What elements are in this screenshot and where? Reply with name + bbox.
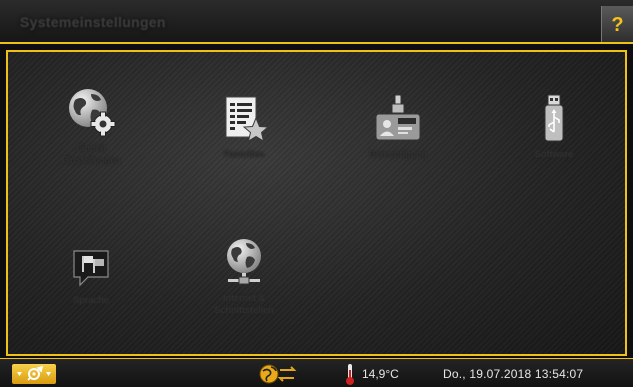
tile-internet-interfaces-label: Internet & Schnittstellen bbox=[214, 293, 274, 315]
tile-authorization[interactable]: Berechtigung bbox=[338, 94, 458, 160]
tile-internet-interfaces[interactable]: Internet & Schnittstellen bbox=[184, 236, 304, 316]
tile-favorites-label: Favoriten bbox=[223, 149, 265, 159]
document-star-icon bbox=[225, 96, 270, 143]
temperature-value: 14,9°C bbox=[362, 367, 399, 381]
tools-menu-icon bbox=[17, 365, 51, 381]
settings-panel: Einheit Einstellungen Favoriten Berechti… bbox=[6, 50, 627, 356]
network-transfer-icon bbox=[259, 364, 297, 384]
tile-software-label: Software bbox=[534, 149, 573, 159]
status-bar: 14,9°C Do., 19.07.2018 13:54:07 bbox=[0, 358, 633, 387]
tile-language-label: Sprache bbox=[73, 295, 109, 305]
tile-software[interactable]: Software bbox=[494, 94, 614, 160]
title-bar: Systemeinstellungen ? bbox=[0, 0, 633, 44]
tile-unit-settings-label: Einheit Einstellungen bbox=[61, 143, 121, 165]
page-title: Systemeinstellungen bbox=[20, 14, 166, 30]
thermometer-icon bbox=[346, 364, 354, 385]
globe-gear-icon bbox=[69, 89, 116, 137]
id-badge-icon bbox=[375, 94, 421, 141]
tile-language[interactable]: Sprache bbox=[31, 248, 151, 306]
tools-menu-button[interactable] bbox=[12, 364, 56, 384]
globe-network-icon bbox=[227, 239, 261, 285]
usb-stick-icon bbox=[544, 94, 564, 142]
tile-favorites[interactable]: Favoriten bbox=[184, 94, 304, 160]
help-button[interactable]: ? bbox=[601, 6, 633, 42]
language-flags-icon bbox=[73, 250, 109, 287]
date-time: Do., 19.07.2018 13:54:07 bbox=[443, 367, 584, 381]
tile-unit-settings[interactable]: Einheit Einstellungen bbox=[31, 86, 151, 166]
tile-authorization-label: Berechtigung bbox=[368, 149, 427, 159]
